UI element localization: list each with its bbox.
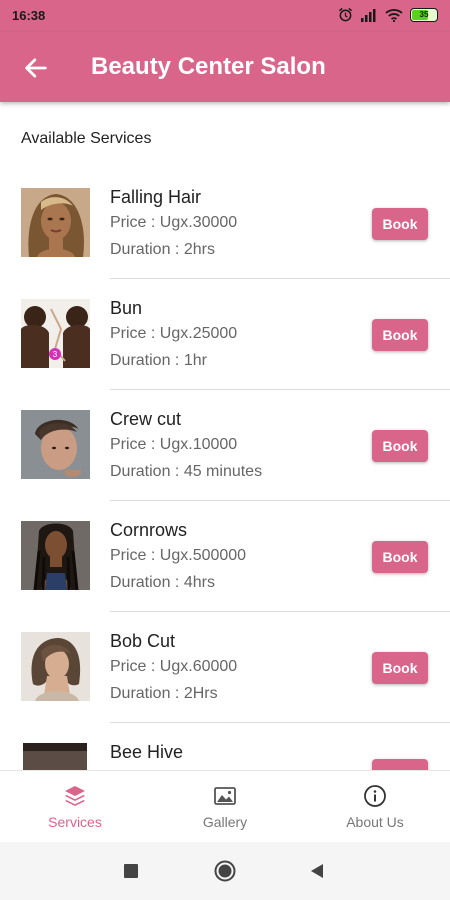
service-thumbnail: 3 bbox=[21, 299, 90, 368]
signal-icon bbox=[361, 8, 376, 22]
service-name: Falling Hair bbox=[110, 187, 202, 207]
back-arrow-icon[interactable] bbox=[22, 54, 50, 82]
service-thumbnail bbox=[21, 521, 90, 590]
book-button[interactable]: Book bbox=[372, 652, 428, 684]
service-duration: Duration : 1hr bbox=[110, 352, 207, 369]
service-thumbnail bbox=[23, 743, 87, 770]
nav-item-services[interactable]: Services bbox=[0, 771, 150, 843]
system-navigation-bar bbox=[0, 842, 450, 900]
recents-square-icon[interactable] bbox=[124, 864, 138, 878]
app-bar: Beauty Center Salon bbox=[0, 32, 450, 102]
book-button[interactable]: Book bbox=[372, 319, 428, 351]
service-duration: Duration : 4hrs bbox=[110, 574, 215, 591]
svg-text:3: 3 bbox=[53, 350, 58, 359]
service-price: Price : Ugx.10000 bbox=[110, 436, 238, 453]
service-item-bee-hive[interactable]: Bee Hive bbox=[0, 723, 450, 770]
bottom-navigation: Services Gallery About Us bbox=[0, 770, 450, 843]
book-button[interactable]: Book bbox=[372, 208, 428, 240]
service-item-crew-cut[interactable]: Crew cut Price : Ugx.10000 Duration : 45… bbox=[0, 390, 450, 501]
services-list[interactable]: Falling Hair Price : Ugx.30000 Duration … bbox=[0, 168, 450, 770]
home-circle-icon[interactable] bbox=[214, 860, 236, 882]
layers-icon bbox=[65, 786, 85, 806]
status-bar: 16:38 35 bbox=[0, 0, 450, 32]
service-item-bob-cut[interactable]: Bob Cut Price : Ugx.60000 Duration : 2Hr… bbox=[0, 612, 450, 723]
service-price: Price : Ugx.60000 bbox=[110, 658, 238, 675]
back-triangle-icon[interactable] bbox=[310, 863, 324, 879]
service-price: Price : Ugx.500000 bbox=[110, 547, 247, 564]
page-title: Beauty Center Salon bbox=[91, 53, 326, 80]
service-item-falling-hair[interactable]: Falling Hair Price : Ugx.30000 Duration … bbox=[0, 168, 450, 279]
service-name: Cornrows bbox=[110, 520, 188, 540]
service-name: Bee Hive bbox=[110, 742, 184, 762]
service-duration: Duration : 2hrs bbox=[110, 241, 215, 258]
book-button[interactable] bbox=[372, 759, 428, 770]
service-item-cornrows[interactable]: Cornrows Price : Ugx.500000 Duration : 4… bbox=[0, 501, 450, 612]
nav-item-gallery[interactable]: Gallery bbox=[150, 771, 300, 843]
nav-label: Services bbox=[48, 814, 102, 830]
service-name: Bob Cut bbox=[110, 631, 176, 651]
service-name: Bun bbox=[110, 298, 143, 318]
book-button[interactable]: Book bbox=[372, 430, 428, 462]
service-thumbnail bbox=[21, 188, 90, 257]
service-duration: Duration : 45 minutes bbox=[110, 463, 263, 480]
service-price: Price : Ugx.30000 bbox=[110, 214, 238, 231]
battery-icon: 35 bbox=[410, 7, 438, 22]
book-button[interactable]: Book bbox=[372, 541, 428, 573]
service-thumbnail bbox=[21, 410, 90, 479]
service-thumbnail bbox=[21, 632, 90, 701]
nav-label: About Us bbox=[346, 814, 404, 830]
status-icons: 35 bbox=[338, 7, 438, 22]
image-icon bbox=[214, 787, 236, 805]
service-duration: Duration : 2Hrs bbox=[110, 685, 218, 702]
info-icon bbox=[364, 785, 386, 807]
section-title: Available Services bbox=[21, 130, 152, 147]
service-item-bun[interactable]: 3 Bun Price : Ugx.25000 Duration : 1hr B… bbox=[0, 279, 450, 390]
nav-label: Gallery bbox=[202, 814, 248, 830]
service-name: Crew cut bbox=[110, 409, 182, 429]
nav-item-about-us[interactable]: About Us bbox=[300, 771, 450, 843]
alarm-icon bbox=[338, 7, 353, 22]
battery-level: 35 bbox=[419, 9, 429, 19]
wifi-icon bbox=[385, 8, 403, 22]
status-time: 16:38 bbox=[12, 8, 46, 23]
service-price: Price : Ugx.25000 bbox=[110, 325, 238, 342]
